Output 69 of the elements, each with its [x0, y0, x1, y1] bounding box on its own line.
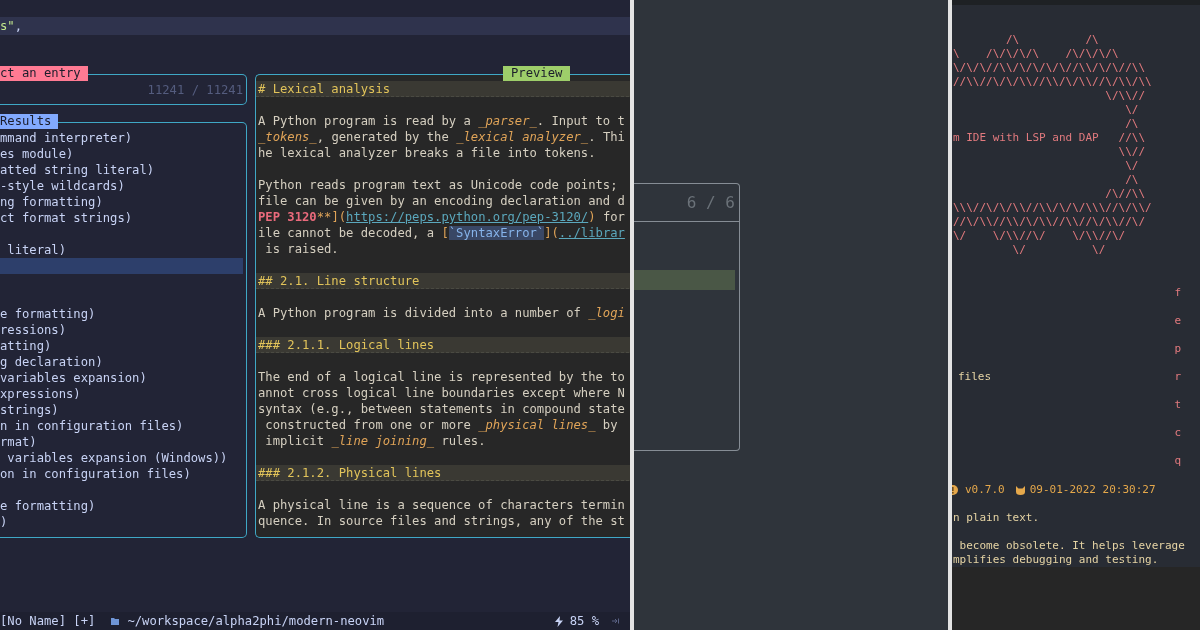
link-text: https://peps.python.org/pep-3120/ — [346, 210, 589, 224]
preview-text-line: A Python program is read by a _parser_. Input to t — [258, 113, 626, 129]
result-item[interactable]: n in configuration files) — [0, 418, 243, 434]
result-item[interactable]: g declaration) — [0, 354, 243, 370]
match-count: 6 / 6 — [686, 193, 735, 212]
shortcut-key[interactable]: q — [1174, 453, 1181, 467]
markdown-heading: ## 2.1. Line structure — [256, 273, 630, 289]
result-item[interactable]: xpressions) — [0, 386, 243, 402]
result-item[interactable]: es module) — [0, 146, 243, 162]
preview-text-line: constructed from one or more _physical lines_ by — [264, 417, 619, 433]
markdown-heading: ### 2.1.1. Logical lines — [256, 337, 630, 353]
result-item[interactable]: ng formatting) — [0, 194, 243, 210]
result-item[interactable]: e formatting) — [0, 306, 243, 322]
folder-icon — [111, 617, 120, 625]
markdown-heading: ### 2.1.2. Physical lines — [256, 465, 630, 481]
preview-text-line: he lexical analyzer breaks a file into tokens. — [258, 145, 597, 161]
prompt-title: ct an entry — [0, 66, 88, 81]
shortcut-key[interactable]: f — [1174, 285, 1181, 299]
preview-text-line: syntax (e.g., between statements in compound state — [258, 401, 626, 417]
shortcut-key[interactable]: c — [1174, 425, 1181, 439]
preview-text-line: quence. In source files and strings, any of the st — [258, 513, 626, 529]
result-item[interactable]: mmand interpreter) — [0, 130, 243, 146]
quote-text: n plain text. — [952, 511, 1041, 525]
result-item[interactable]: variables expansion (Windows)) — [0, 450, 243, 466]
result-item[interactable]: on in configuration files) — [0, 466, 243, 482]
preview-text-line: A physical line is a sequence of characters termin — [258, 497, 626, 513]
markdown-heading: # Lexical analysis — [256, 81, 630, 97]
preview-text-line: _tokens_, generated by the _lexical analyzer_. Thi — [258, 129, 626, 145]
preview-text-line: file can be given by an encoding declaration and d — [258, 193, 626, 209]
buffer-name: [No Name] [+] — [0, 613, 96, 630]
preview-text-line: ile cannot be decoded, a [`SyntaxError`](../librar — [258, 225, 626, 241]
preview-text-line: A Python program is divided into a number of _logi — [258, 305, 626, 321]
result-item[interactable]: ressions) — [0, 322, 243, 338]
ascii-art-title: /\ /\ \ /\/\/\/\ /\/\/\/\ \/\/\//\\/\/\/\/\//\\/\/\//\\ //\\//\/\/\\//\\/\/\\//\/\\/\\ \/\\// \/ /\ m IDE with LSP and DAP //\\ \\// \/ /\ /\//\\ \\\//\/\/\\//\\/\/\/\\\//\/\\/ //\/\\//\\/\/\\//\\//\/\\//\/ \/ \/\\//\/ \/\\//\/ \/ \/ — [952, 33, 1153, 257]
shortcut-key[interactable]: r — [1174, 369, 1181, 383]
cat-icon — [1015, 485, 1025, 495]
result-item[interactable]: e formatting) — [0, 498, 243, 514]
scroll-percent: 85 % — [569, 613, 599, 630]
preview-title: Preview — [503, 66, 571, 81]
preview-text-line: annot cross logical line boundaries except where N — [258, 385, 626, 401]
result-item[interactable]: strings) — [0, 402, 243, 418]
menu-label[interactable]: files — [952, 369, 992, 383]
result-item[interactable]: variables expansion) — [0, 370, 243, 386]
date-time-text: 09-01-2022 20:30:27 — [1029, 483, 1156, 497]
shortcut-key[interactable]: p — [1174, 341, 1181, 355]
shortcut-key[interactable]: e — [1174, 313, 1181, 327]
result-item[interactable]: atting) — [0, 338, 243, 354]
preview-text-line: The end of a logical line is represented by the to — [258, 369, 626, 385]
result-item[interactable]: atted string literal) — [0, 162, 243, 178]
link-text: ../librar — [558, 226, 625, 240]
result-item[interactable]: literal) — [0, 242, 243, 258]
result-count: 11241 / 11241 — [147, 82, 243, 97]
cwd-path: ~/workspace/alpha2phi/modern-neovim — [127, 613, 385, 630]
preview-text-line: is raised. — [264, 241, 340, 257]
result-item[interactable] — [0, 258, 243, 274]
version-text: v0.7.0 — [965, 483, 1005, 497]
result-item[interactable]: ) — [0, 514, 243, 530]
preview-text-line: implicit _line joining_ rules. — [264, 433, 487, 449]
quote-text: become obsolete. It helps leverage mplifies debugging and testing. — [952, 539, 1186, 567]
result-item[interactable]: -style wildcards) — [0, 178, 243, 194]
results-title: Results — [0, 114, 59, 129]
result-item[interactable]: rmat) — [0, 434, 243, 450]
shortcut-key[interactable]: t — [1174, 397, 1181, 411]
arrow-icon — [612, 618, 619, 624]
preview-text-line: PEP 3120**](https://peps.python.org/pep-3120/) for — [258, 209, 626, 225]
result-item[interactable]: ct format strings) — [0, 210, 243, 226]
preview-text-line: Python reads program text as Unicode code points; — [258, 177, 619, 193]
selected-row[interactable] — [634, 270, 735, 290]
lightning-icon — [554, 615, 563, 627]
